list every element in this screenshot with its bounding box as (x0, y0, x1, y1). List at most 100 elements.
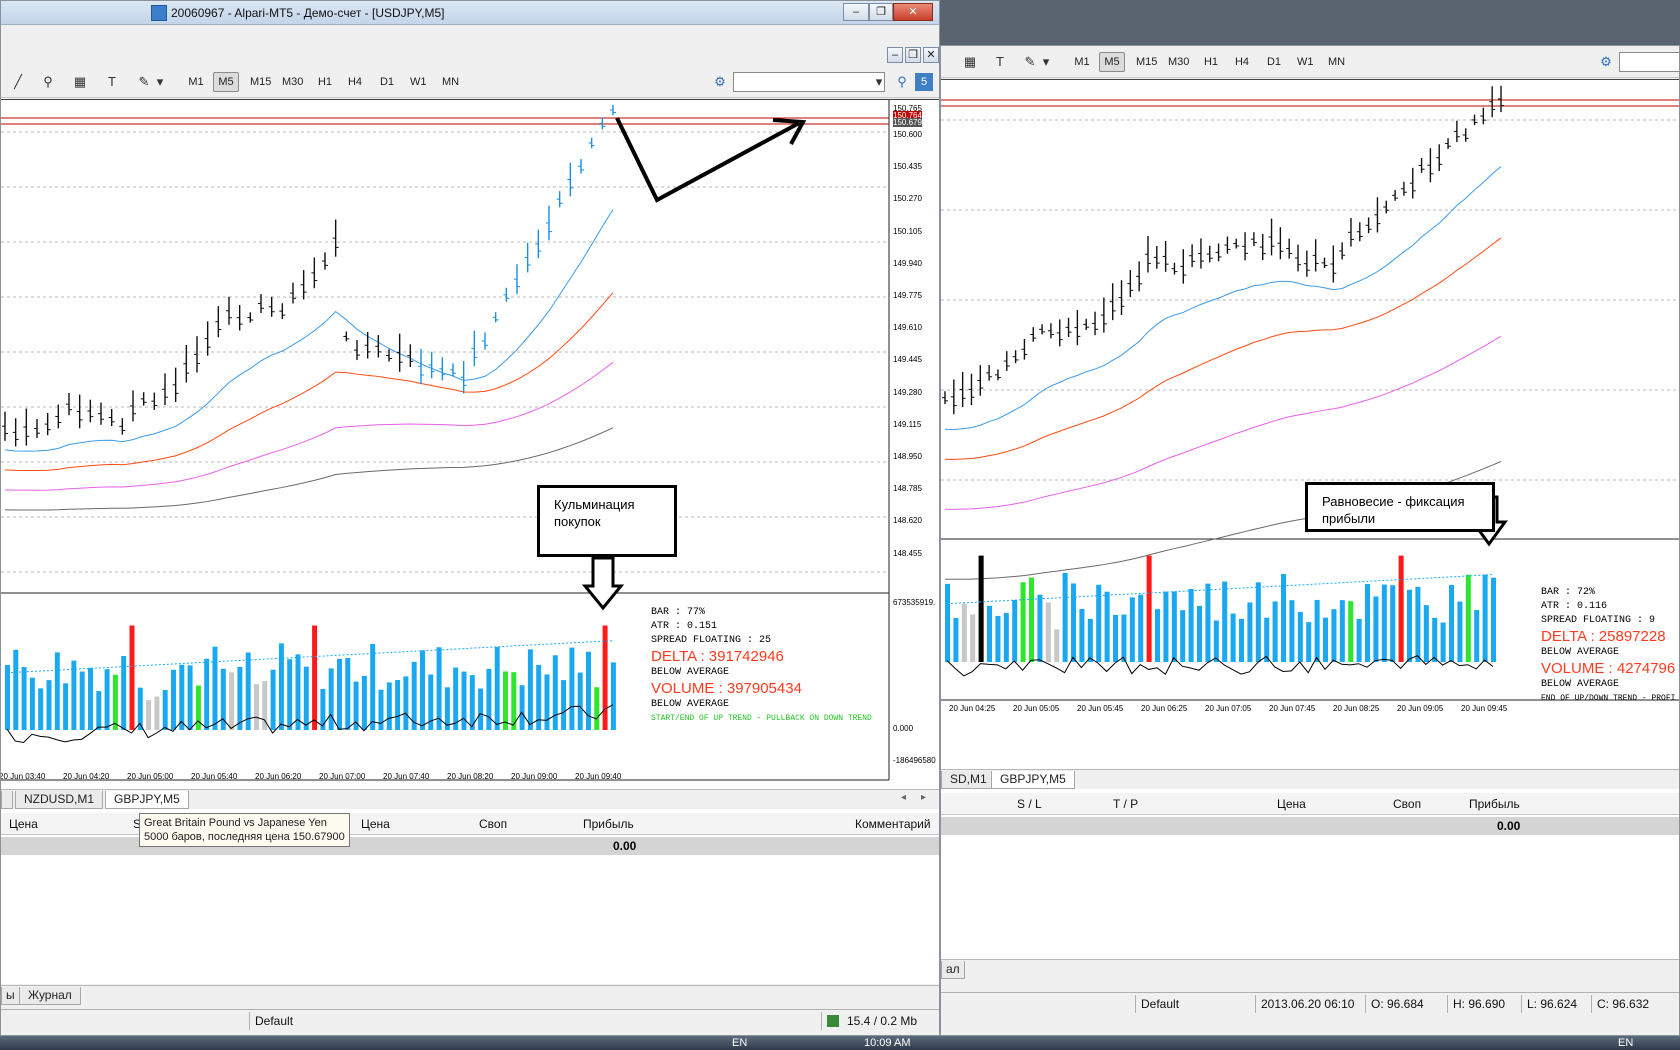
tf-h1[interactable]: H1 (1198, 52, 1224, 72)
col-profit[interactable]: Прибыль (583, 817, 634, 831)
tf-d1[interactable]: D1 (1261, 52, 1287, 72)
volume-bar (1440, 622, 1446, 662)
left-chart-area[interactable]: 150.765 150.764 150.679 150.600 150.435 150.2… (1, 99, 939, 789)
chart-tab-hidden[interactable] (1, 791, 13, 809)
status-open: O: 96.684 (1371, 997, 1424, 1011)
tf-mn[interactable]: MN (1323, 52, 1350, 72)
col-price[interactable]: Цена (9, 817, 38, 831)
toolbox-tab-journal[interactable]: Журнал (19, 987, 81, 1005)
grid-tool-icon[interactable]: ▦ (961, 53, 979, 71)
shapes-tool-icon[interactable]: ✎ (1021, 53, 1039, 71)
left-title-bar[interactable]: 20060967 - Alpari-MT5 - Демо-счет - [USD… (1, 1, 939, 25)
col-swap[interactable]: Своп (1393, 797, 1421, 811)
settings-gear-icon[interactable]: ⚙ (1597, 53, 1615, 71)
volume-bar (129, 625, 135, 730)
settings-gear-icon[interactable]: ⚙ (711, 73, 729, 91)
chart-tab-gbpjpy[interactable]: GBPJPY,M5 (105, 791, 189, 809)
volume-bar (1398, 555, 1404, 662)
tf-h4[interactable]: H4 (1229, 52, 1255, 72)
line-tool-icon[interactable]: ╱ (9, 73, 27, 91)
taskbar-lang[interactable]: EN (732, 1037, 747, 1049)
symbol-search-input[interactable] (733, 72, 885, 92)
trend-note: START/END OF UP TREND - PULLBACK ON DOWN… (651, 714, 872, 723)
fib-tool-icon[interactable]: ⚲ (39, 73, 57, 91)
tf-w1[interactable]: W1 (1292, 52, 1319, 72)
volume-bar (1381, 584, 1387, 662)
volume-note: BELOW AVERAGE (1541, 679, 1620, 690)
volume-bar (287, 659, 293, 730)
grid-tool-icon[interactable]: ▦ (71, 73, 89, 91)
tf-m30[interactable]: M30 (1163, 52, 1194, 72)
price-axis-label: 148.950 (893, 452, 922, 461)
time-axis-label: 20 Jun 07:05 (1205, 704, 1252, 713)
volume-bar (254, 684, 259, 730)
col-sl[interactable]: S / L (1017, 797, 1042, 811)
volume-bar (5, 664, 10, 730)
volume-bar (270, 669, 276, 730)
volume-value: VOLUME : 397905434 (651, 680, 802, 697)
col-price2[interactable]: Цена (361, 817, 390, 831)
tab-scroll-left-icon[interactable]: ◂ (901, 792, 906, 803)
tf-w1[interactable]: W1 (405, 72, 432, 92)
maximize-button[interactable]: ❐ (869, 3, 893, 21)
col-tp[interactable]: T / P (1113, 797, 1138, 811)
help-badge[interactable]: 5 (915, 73, 933, 91)
mdi-minimize-button[interactable]: – (887, 47, 903, 63)
col-swap[interactable]: Своп (479, 817, 507, 831)
shapes-tool-icon[interactable]: ✎ (135, 73, 153, 91)
volume-bar (569, 647, 575, 730)
right-chart-area[interactable]: 20 Jun 04:25 20 Jun 05:05 20 Jun 05:45 20 J… (941, 79, 1679, 769)
tf-h4[interactable]: H4 (342, 72, 368, 92)
tf-m1[interactable]: M1 (183, 72, 209, 92)
dropdown-arrow-icon[interactable]: ▾ (1041, 53, 1051, 71)
close-button[interactable]: ✕ (893, 3, 933, 21)
volume-bar (1222, 581, 1228, 662)
tf-h1[interactable]: H1 (312, 72, 338, 92)
right-trade-header: S / L T / P Цена Своп Прибыль (941, 793, 1679, 815)
tab-scroll-right-icon[interactable]: ▸ (921, 792, 926, 803)
chart-tab-gbpjpy[interactable]: GBPJPY,M5 (991, 771, 1075, 789)
col-price[interactable]: Цена (1277, 797, 1306, 811)
mdi-restore-button[interactable]: ❐ (905, 47, 921, 63)
tf-m5[interactable]: M5 (1099, 52, 1125, 72)
search-icon[interactable]: ⚲ (893, 73, 911, 91)
text-tool-icon[interactable]: T (991, 53, 1009, 71)
search-dropdown-icon[interactable]: ▾ (873, 73, 885, 91)
col-profit[interactable]: Прибыль (1469, 797, 1520, 811)
price-axis-label: 150.679 (893, 118, 922, 127)
tf-m30[interactable]: M30 (277, 72, 308, 92)
minimize-button[interactable]: – (843, 3, 869, 21)
volume-bar (21, 667, 27, 730)
volume-bar (1197, 605, 1203, 662)
taskbar-lang-right[interactable]: EN (1618, 1037, 1633, 1049)
volume-bar (544, 674, 550, 730)
chart-tab-nzdusd[interactable]: SD,M1 (941, 771, 996, 789)
time-axis-label: 20 Jun 05:40 (191, 772, 238, 781)
col-comment[interactable]: Комментарий (855, 817, 931, 831)
toolbox-tab-journal[interactable]: ал (941, 961, 965, 979)
volume-bar (1062, 572, 1068, 662)
volume-bar (1096, 584, 1102, 662)
dropdown-arrow-icon[interactable]: ▾ (155, 73, 165, 91)
time-axis-label: 20 Jun 09:05 (1397, 704, 1444, 713)
chart-tab-nzdusd[interactable]: NZDUSD,M1 (15, 791, 104, 809)
tf-d1[interactable]: D1 (374, 72, 400, 92)
volume-bar (337, 658, 342, 730)
tf-m5[interactable]: M5 (213, 72, 239, 92)
volume-bar (395, 679, 401, 730)
volume-bar (295, 654, 301, 730)
mdi-close-button[interactable]: ✕ (923, 47, 939, 63)
tf-m15[interactable]: M15 (245, 72, 276, 92)
volume-bar (1365, 584, 1371, 662)
right-chart-tabs: SD,M1 GBPJPY,M5 (941, 769, 1679, 789)
tf-m1[interactable]: M1 (1069, 52, 1095, 72)
symbol-search-input[interactable] (1619, 52, 1679, 72)
tf-mn[interactable]: MN (437, 72, 464, 92)
volume-bar (453, 667, 459, 730)
toolbox-tab-prev[interactable]: ы (1, 987, 20, 1005)
time-axis-label: 20 Jun 05:05 (1013, 704, 1060, 713)
right-total-profit: 0.00 (1497, 819, 1521, 833)
text-tool-icon[interactable]: T (103, 73, 121, 91)
tf-m15[interactable]: M15 (1131, 52, 1162, 72)
delta-note: BELOW AVERAGE (651, 667, 730, 678)
